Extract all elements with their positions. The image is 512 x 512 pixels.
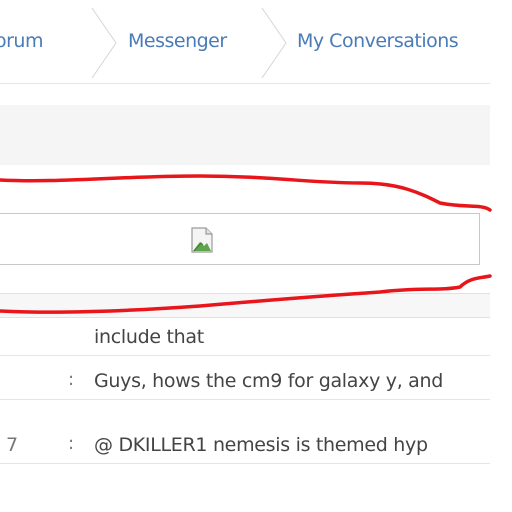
image-placeholder — [0, 213, 480, 265]
shoutbox-row-time: 7 — [6, 434, 19, 456]
breadcrumb-item-messenger[interactable]: Messenger — [128, 30, 227, 52]
shoutbox-row-message: include that — [94, 326, 204, 348]
shoutbox-row-colon: : — [68, 433, 75, 454]
breadcrumb-separator-icon — [90, 8, 120, 78]
breadcrumb-divider — [0, 83, 490, 84]
row-divider — [0, 355, 490, 356]
shoutbox-row: 7 : @ DKILLER1 nemesis is themed hyp — [0, 426, 490, 464]
breadcrumb: orum Messenger My Conversations — [0, 0, 490, 84]
shoutbox-row: include that — [0, 318, 490, 356]
shoutbox-row-message: @ DKILLER1 nemesis is themed hyp — [94, 434, 428, 456]
shoutbox-row: : Guys, hows the cm9 for galaxy y, and — [0, 362, 490, 400]
shoutbox-row-colon: : — [68, 369, 75, 390]
annotation-top-stroke — [0, 174, 492, 212]
row-divider — [0, 399, 490, 400]
row-divider — [0, 463, 490, 464]
shoutbox-row-message: Guys, hows the cm9 for galaxy y, and — [94, 370, 444, 392]
toolbar-band — [0, 105, 490, 165]
breadcrumb-separator-icon — [260, 8, 290, 78]
breadcrumb-item-forum[interactable]: orum — [0, 30, 44, 52]
breadcrumb-item-my-conversations[interactable]: My Conversations — [297, 30, 459, 52]
broken-image-icon — [188, 226, 216, 254]
page: orum Messenger My Conversations include … — [0, 0, 512, 512]
shoutbox-header-strip — [0, 293, 490, 318]
